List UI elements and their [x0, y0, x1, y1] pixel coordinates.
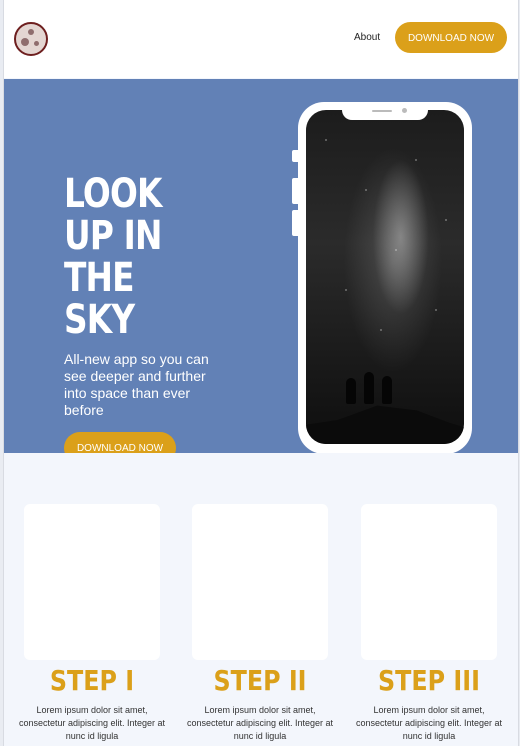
step-title-3: STEP III — [378, 664, 480, 697]
step-text-2: Lorem ipsum dolor sit amet, consectetur … — [186, 705, 334, 741]
step-text-3: Lorem ipsum dolor sit amet, consectetur … — [355, 705, 503, 741]
hero-title-line: LOOK — [64, 171, 162, 217]
download-now-button-hero[interactable]: DOWNLOAD NOW — [64, 432, 176, 453]
page: About DOWNLOAD NOW LOOK UP IN THE SKY Al… — [3, 0, 519, 746]
download-now-button-header[interactable]: DOWNLOAD NOW — [395, 22, 507, 53]
person-silhouette — [382, 376, 392, 404]
phone-side-button — [292, 150, 298, 162]
hero-section: LOOK UP IN THE SKY All-new app so you ca… — [4, 79, 518, 453]
hero-subtitle: All-new app so you can see deeper and fu… — [64, 351, 209, 418]
step-card-3 — [361, 504, 497, 660]
phone-mockup — [292, 102, 472, 453]
milky-way-image — [306, 110, 464, 444]
step-card-1 — [24, 504, 160, 660]
step-text-1: Lorem ipsum dolor sit amet, consectetur … — [18, 705, 166, 741]
step-title-2: STEP II — [213, 664, 307, 697]
nav-link-about[interactable]: About — [354, 32, 380, 43]
hero-title: LOOK UP IN THE SKY — [64, 173, 162, 341]
site-header: About DOWNLOAD NOW — [4, 0, 518, 78]
moon-logo-icon[interactable] — [14, 22, 48, 56]
hero-title-line: THE — [64, 255, 135, 301]
phone-side-button — [292, 178, 298, 204]
hero-title-line: SKY — [64, 297, 135, 343]
person-silhouette — [346, 378, 356, 404]
person-silhouette — [364, 372, 374, 404]
phone-side-button — [292, 210, 298, 236]
step-card-2 — [192, 504, 328, 660]
hero-title-line: UP IN — [64, 213, 162, 259]
phone-notch — [342, 102, 428, 120]
step-title-1: STEP I — [49, 664, 135, 697]
